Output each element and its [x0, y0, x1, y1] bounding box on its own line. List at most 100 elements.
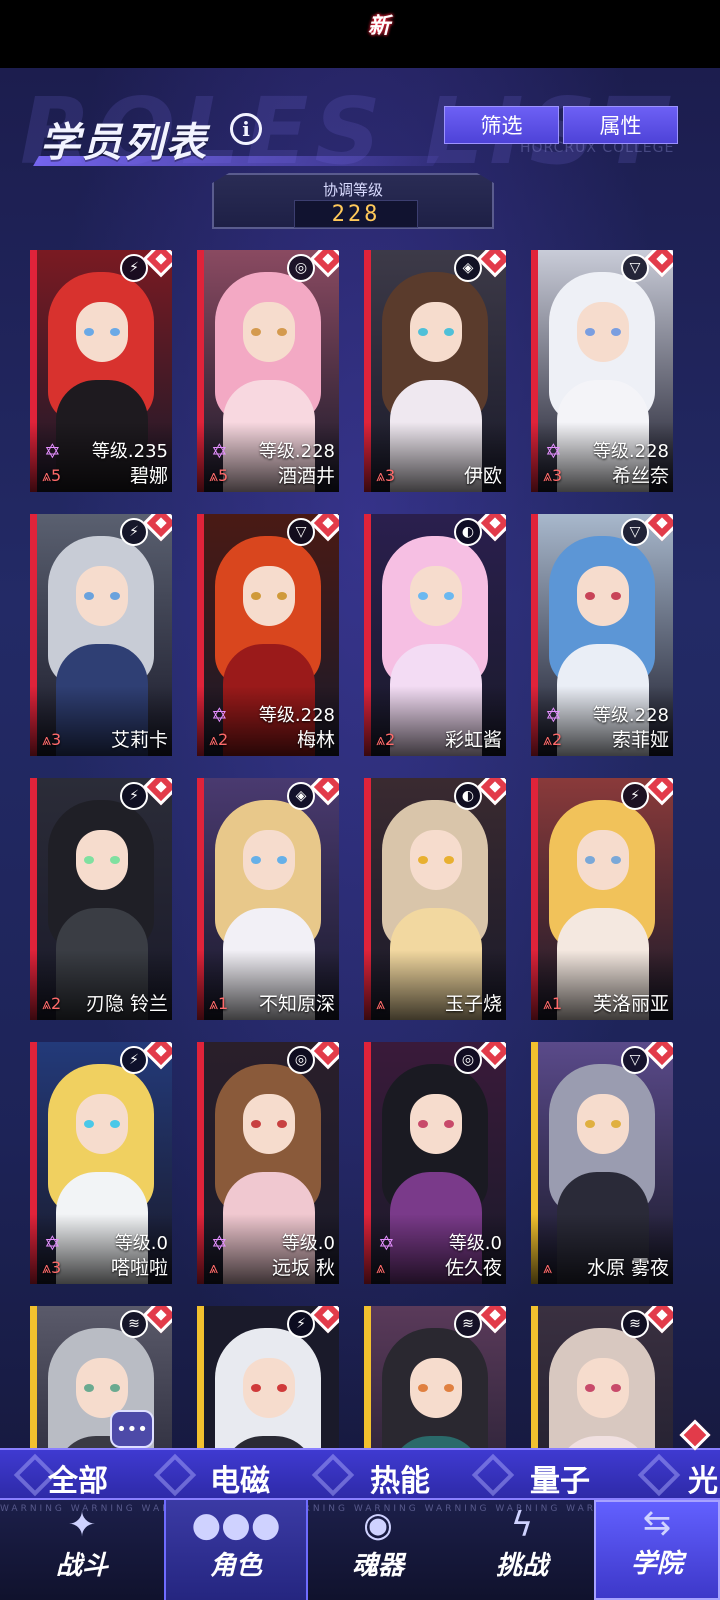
- card-rank-value: 5: [218, 466, 229, 485]
- student-card[interactable]: ◎ ✡ 等级.0 ⩓ 远坂 秋: [197, 1042, 339, 1284]
- portrait-eye: [585, 1120, 595, 1128]
- rank-chevron-icon: ⩓: [376, 1258, 386, 1277]
- filter-tab-all[interactable]: 全部: [48, 1456, 108, 1500]
- student-card[interactable]: ⚡ ⩓2 刃隐 铃兰: [30, 778, 172, 1020]
- student-card[interactable]: ⚡ ✡ 等级.0 ⩓3 嗒啦啦: [30, 1042, 172, 1284]
- filter-button[interactable]: 筛选: [444, 106, 559, 144]
- header-buttons: 筛选 属性: [444, 106, 678, 144]
- card-name: 希丝奈: [611, 465, 669, 487]
- student-card[interactable]: ◈ ⩓3 伊欧: [364, 250, 506, 492]
- filter-divider-icon: [153, 1453, 197, 1497]
- card-rank: ⩓2: [543, 730, 562, 750]
- portrait-eye: [611, 592, 621, 600]
- student-card[interactable]: ⚡ ✡ 等级.235 ⩓5 碧娜: [30, 250, 172, 492]
- student-card[interactable]: ◎ ✡ 等级.228 ⩓5 酒酒井: [197, 250, 339, 492]
- card-rank-value: 3: [51, 1258, 62, 1277]
- portrait-eye: [251, 1120, 261, 1128]
- portrait-eye: [585, 328, 595, 336]
- nav-soulware[interactable]: ◉ 魂器: [306, 1500, 450, 1600]
- filter-tab-light[interactable]: 光: [688, 1456, 718, 1500]
- portrait-eye: [418, 328, 428, 336]
- card-name: 刃隐 铃兰: [85, 993, 168, 1015]
- card-rank-value: 2: [552, 730, 563, 749]
- card-rank: ⩓: [209, 1258, 218, 1278]
- portrait-eye: [444, 328, 454, 336]
- card-rank: ⩓5: [42, 466, 61, 486]
- filter-divider-icon: [637, 1453, 681, 1497]
- portrait-eye: [84, 1384, 94, 1392]
- nav-challenge-label: 挑战: [495, 1551, 548, 1581]
- nav-challenge[interactable]: ϟ 挑战: [450, 1500, 594, 1600]
- star-of-david-icon: ✡: [211, 703, 228, 727]
- star-of-david-icon: ✡: [545, 439, 562, 463]
- filter-tab-electromagnetic[interactable]: 电磁: [210, 1456, 270, 1500]
- rank-chevron-icon: ⩓: [209, 1258, 219, 1277]
- card-rank-value: 2: [218, 730, 229, 749]
- student-card[interactable]: ▽ ✡ 等级.228 ⩓3 希丝奈: [531, 250, 673, 492]
- card-rank-value: 1: [218, 994, 229, 1013]
- new-badge: 新: [368, 14, 391, 39]
- bottom-nav: WARNING WARNING WARNING WARNING WARNING …: [0, 1500, 720, 1600]
- rank-chevron-icon: ⩓: [42, 1258, 52, 1277]
- student-card[interactable]: ◐ ⩓ 玉子烧: [364, 778, 506, 1020]
- filter-divider-icon: [471, 1453, 515, 1497]
- portrait-eye: [84, 592, 94, 600]
- portrait-eye: [444, 1384, 454, 1392]
- filter-tab-thermal[interactable]: 热能: [370, 1456, 430, 1500]
- card-name: 碧娜: [129, 465, 168, 487]
- card-rank: ⩓3: [42, 1258, 61, 1278]
- card-rank-value: 5: [51, 466, 62, 485]
- card-name: 索菲娅: [611, 729, 669, 751]
- filter-divider-icon: [311, 1453, 355, 1497]
- portrait-eye: [444, 856, 454, 864]
- card-rank-value: 2: [51, 994, 62, 1013]
- student-card[interactable]: ▽ ⩓ 水原 雾夜: [531, 1042, 673, 1284]
- student-card[interactable]: ◈ ⩓1 不知原深: [197, 778, 339, 1020]
- card-rank: ⩓3: [376, 466, 395, 486]
- star-of-david-icon: ✡: [378, 1231, 395, 1255]
- student-card[interactable]: ◐ ⩓2 彩虹酱: [364, 514, 506, 756]
- card-name: 艾莉卡: [110, 729, 168, 751]
- student-card[interactable]: ▽ ✡ 等级.228 ⩓2 索菲娅: [531, 514, 673, 756]
- portrait-eye: [585, 856, 595, 864]
- card-rank: ⩓: [376, 1258, 385, 1278]
- card-name: 远坂 秋: [271, 1257, 335, 1279]
- chat-icon[interactable]: •••: [110, 1410, 154, 1448]
- attribute-button[interactable]: 属性: [563, 106, 678, 144]
- card-name: 梅林: [296, 729, 335, 751]
- student-card[interactable]: ◎ ✡ 等级.0 ⩓ 佐久夜: [364, 1042, 506, 1284]
- rank-chevron-icon: ⩓: [376, 730, 386, 749]
- filter-tab-quantum[interactable]: 量子: [530, 1456, 590, 1500]
- student-card[interactable]: ⚡ ⩓3 艾莉卡: [30, 514, 172, 756]
- student-card[interactable]: ⚡ ⩓1 芙洛丽亚: [531, 778, 673, 1020]
- portrait-eye: [277, 1120, 287, 1128]
- characters-icon: ●●●: [191, 1505, 281, 1545]
- card-level: 等级.235: [91, 441, 168, 462]
- rank-chevron-icon: ⩓: [209, 730, 219, 749]
- star-of-david-icon: ✡: [211, 439, 228, 463]
- portrait-eye: [611, 328, 621, 336]
- portrait-eye: [110, 1120, 120, 1128]
- element-filter-bar: 全部 电磁 热能 量子 光: [0, 1448, 720, 1500]
- portrait-eye: [84, 856, 94, 864]
- nav-characters[interactable]: ●●● 角色: [164, 1500, 308, 1600]
- rank-chevron-icon: ⩓: [376, 466, 386, 485]
- nav-soulware-label: 魂器: [351, 1551, 404, 1581]
- card-rank: ⩓2: [42, 994, 61, 1014]
- student-card[interactable]: ▽ ✡ 等级.228 ⩓2 梅林: [197, 514, 339, 756]
- nav-battle[interactable]: ✦ 战斗: [10, 1500, 154, 1600]
- star-of-david-icon: ✡: [545, 703, 562, 727]
- info-icon[interactable]: i: [230, 113, 262, 145]
- card-name: 酒酒井: [277, 465, 335, 487]
- nav-characters-label: 角色: [209, 1551, 262, 1581]
- nav-academy-label: 学院: [630, 1549, 683, 1579]
- card-rank: ⩓2: [209, 730, 228, 750]
- portrait-eye: [251, 1384, 261, 1392]
- nav-academy[interactable]: ⇆ 学院: [594, 1500, 720, 1600]
- portrait-eye: [251, 856, 261, 864]
- portrait-eye: [84, 1120, 94, 1128]
- card-rank: ⩓5: [209, 466, 228, 486]
- star-of-david-icon: ✡: [44, 1231, 61, 1255]
- card-level: 等级.228: [258, 705, 335, 726]
- nav-battle-label: 战斗: [55, 1551, 108, 1581]
